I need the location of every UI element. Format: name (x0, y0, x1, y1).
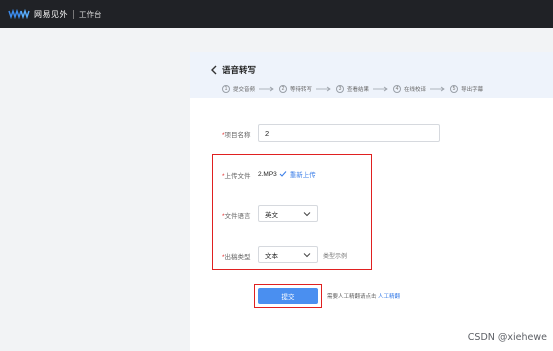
watermark: CSDN @xiehewe (467, 332, 547, 343)
step-number: 4 (393, 85, 402, 93)
step-label: 导出字幕 (461, 87, 484, 93)
workspace-link[interactable]: 工作台 (79, 9, 102, 20)
submit-button[interactable]: 提交 (258, 288, 318, 304)
step-2: 2 等待转写 (279, 85, 312, 93)
back-button[interactable] (208, 64, 218, 76)
step-number: 2 (279, 85, 288, 93)
waveform-logo-icon (8, 9, 30, 19)
step-label: 等待转写 (290, 87, 313, 93)
step-label: 提交音频 (233, 87, 256, 93)
chevron-left-icon (210, 65, 216, 75)
step-label: 在线校译 (404, 87, 427, 93)
manual-translation-link[interactable]: 人工精翻 (378, 294, 400, 300)
annotation-highlight-form (212, 154, 372, 270)
arrow-right-icon (373, 86, 388, 92)
step-number: 5 (450, 85, 459, 93)
logo[interactable]: 网易见外 (8, 9, 68, 20)
arrow-right-icon (316, 86, 331, 92)
step-progress: 1 提交音频 2 等待转写 3 查看结果 4 在线校译 5 导出字幕 (222, 84, 483, 94)
manual-translation-note: 需要人工精翻请点击 人工精翻 (327, 294, 401, 300)
step-number: 1 (222, 85, 230, 93)
page-title: 语音转写 (222, 65, 257, 75)
card-header: 语音转写 1 提交音频 2 等待转写 3 查看结果 4 在线校译 5 导出字幕 (190, 52, 553, 98)
step-5: 5 导出字幕 (450, 85, 483, 93)
arrow-right-icon (430, 86, 445, 92)
step-4: 4 在线校译 (393, 85, 426, 93)
brand-name: 网易见外 (34, 9, 68, 19)
step-3: 3 查看结果 (336, 85, 369, 93)
divider (73, 9, 74, 19)
step-label: 查看结果 (347, 87, 370, 93)
step-number: 3 (336, 85, 345, 93)
project-name-input[interactable] (258, 124, 440, 142)
step-1: 1 提交音频 (222, 85, 255, 93)
project-name-label: *项目名称 (222, 132, 251, 139)
arrow-right-icon (259, 86, 274, 92)
top-bar: 网易见外 工作台 (0, 0, 553, 28)
